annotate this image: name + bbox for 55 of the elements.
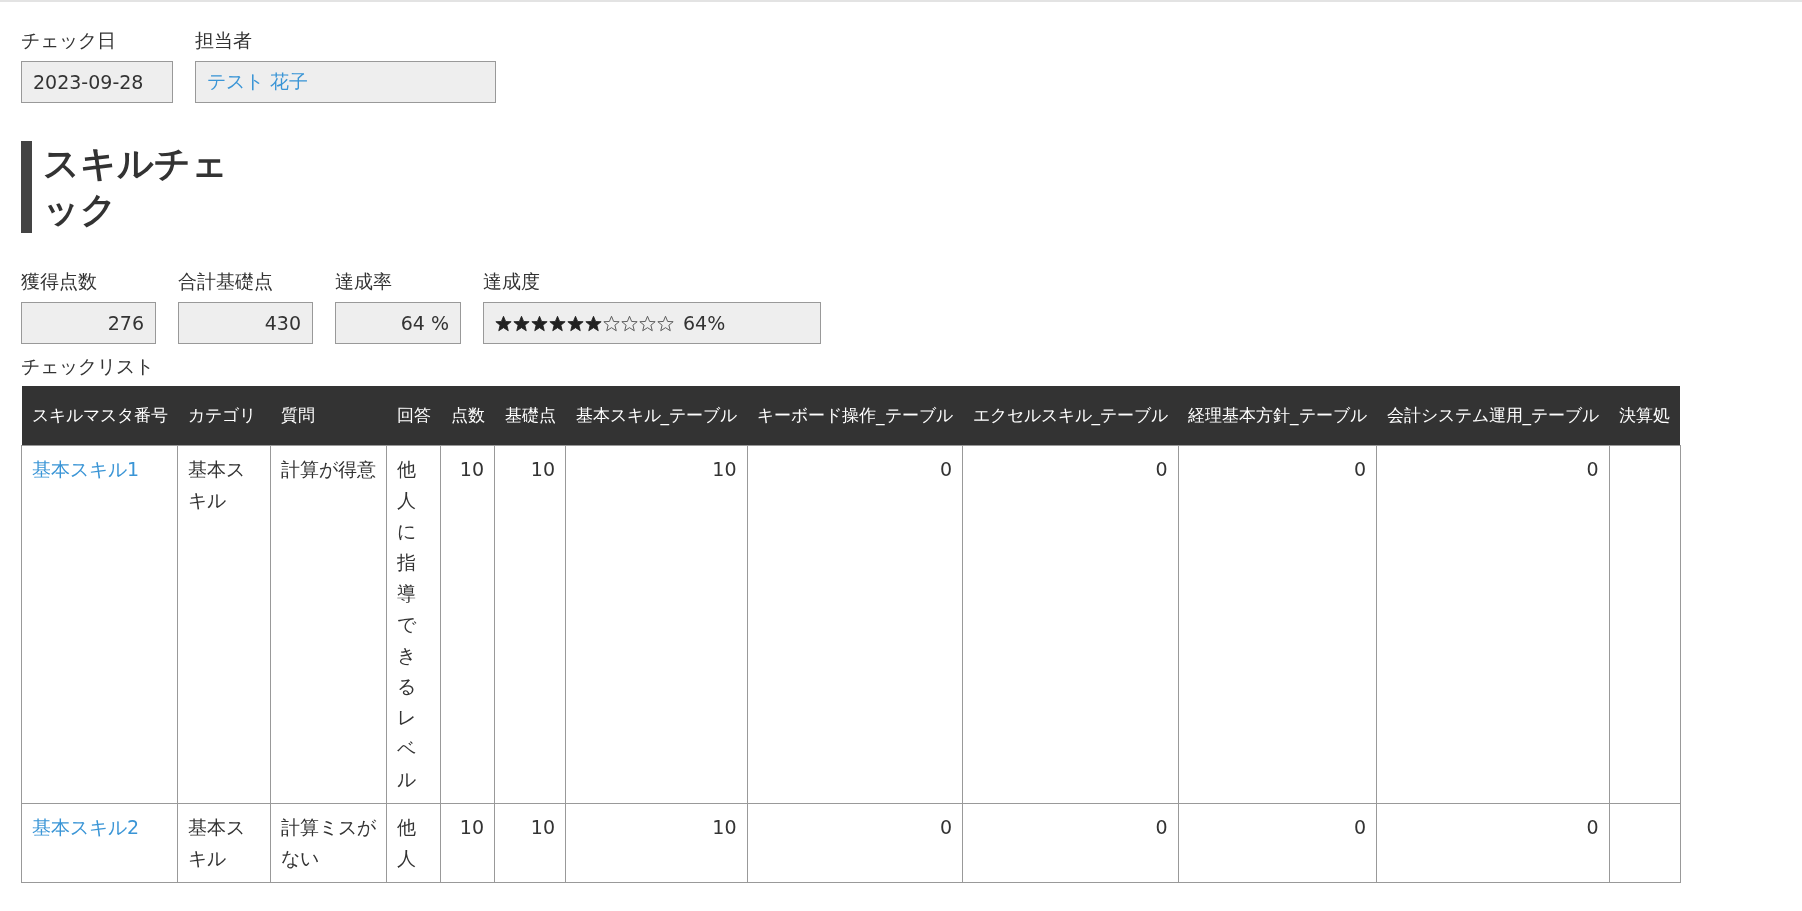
table-cell: 基本スキル bbox=[177, 445, 271, 804]
table-cell: 10 bbox=[494, 445, 566, 804]
field-label: チェック日 bbox=[21, 28, 117, 52]
column-header: 経理基本方針_テーブル bbox=[1178, 386, 1377, 446]
table-cell: 他人 bbox=[386, 803, 441, 883]
column-header: エクセルスキル_テーブル bbox=[962, 386, 1178, 446]
table-cell: 計算ミスがない bbox=[270, 803, 387, 883]
table-cell: 計算が得意 bbox=[270, 445, 387, 804]
table-cell: 10 bbox=[440, 445, 495, 804]
value-field[interactable]: 64 % bbox=[335, 302, 461, 344]
table-cell: 0 bbox=[1376, 445, 1609, 804]
filled-star-icon bbox=[567, 314, 584, 332]
column-header: 基礎点 bbox=[494, 386, 566, 446]
field-label: 合計基礎点 bbox=[178, 269, 274, 293]
table-cell: 10 bbox=[565, 445, 747, 804]
percent-text: 64% bbox=[683, 312, 726, 334]
field-label: 獲得点数 bbox=[21, 269, 98, 293]
table-cell: 0 bbox=[1376, 803, 1609, 883]
table-cell: 10 bbox=[440, 803, 495, 883]
column-header: 会計システム運用_テーブル bbox=[1376, 386, 1609, 446]
column-header: キーボード操作_テーブル bbox=[747, 386, 963, 446]
field-label: 担当者 bbox=[195, 28, 253, 52]
value-field[interactable]: 430 bbox=[178, 302, 313, 344]
column-header: 質問 bbox=[270, 386, 387, 446]
empty-star-icon bbox=[639, 314, 656, 332]
table-cell: 0 bbox=[747, 445, 963, 804]
empty-star-icon bbox=[603, 314, 620, 332]
table-cell: 基本スキル bbox=[177, 803, 271, 883]
filled-star-icon bbox=[531, 314, 548, 332]
section-label: チェックリスト bbox=[21, 354, 154, 378]
empty-star-icon bbox=[621, 314, 638, 332]
table-cell: 10 bbox=[565, 803, 747, 883]
empty-star-icon bbox=[657, 314, 674, 332]
table-cell: 10 bbox=[494, 803, 566, 883]
column-header: カテゴリ bbox=[177, 386, 271, 446]
table-cell: 0 bbox=[1178, 803, 1377, 883]
value-field[interactable]: 2023-09-28 bbox=[21, 61, 173, 103]
column-header: 回答 bbox=[386, 386, 441, 446]
column-header: 基本スキル_テーブル bbox=[565, 386, 747, 446]
table-cell: 0 bbox=[747, 803, 963, 883]
section-heading: スキルチェック bbox=[21, 141, 243, 233]
filled-star-icon bbox=[513, 314, 530, 332]
table-cell: 0 bbox=[1178, 445, 1377, 804]
column-header: 点数 bbox=[440, 386, 495, 446]
table-cell: 0 bbox=[962, 445, 1178, 804]
filled-star-icon bbox=[495, 314, 512, 332]
column-header: スキルマスタ番号 bbox=[21, 386, 178, 446]
column-header: 決算処 bbox=[1609, 386, 1680, 446]
table-cell: 0 bbox=[962, 803, 1178, 883]
field-label: 達成度 bbox=[483, 269, 541, 293]
table-cell: 他人に指導できるレベル bbox=[386, 445, 441, 804]
filled-star-icon bbox=[549, 314, 566, 332]
value-field[interactable]: 276 bbox=[21, 302, 156, 344]
filled-star-icon bbox=[585, 314, 602, 332]
field-label: 達成率 bbox=[335, 269, 393, 293]
